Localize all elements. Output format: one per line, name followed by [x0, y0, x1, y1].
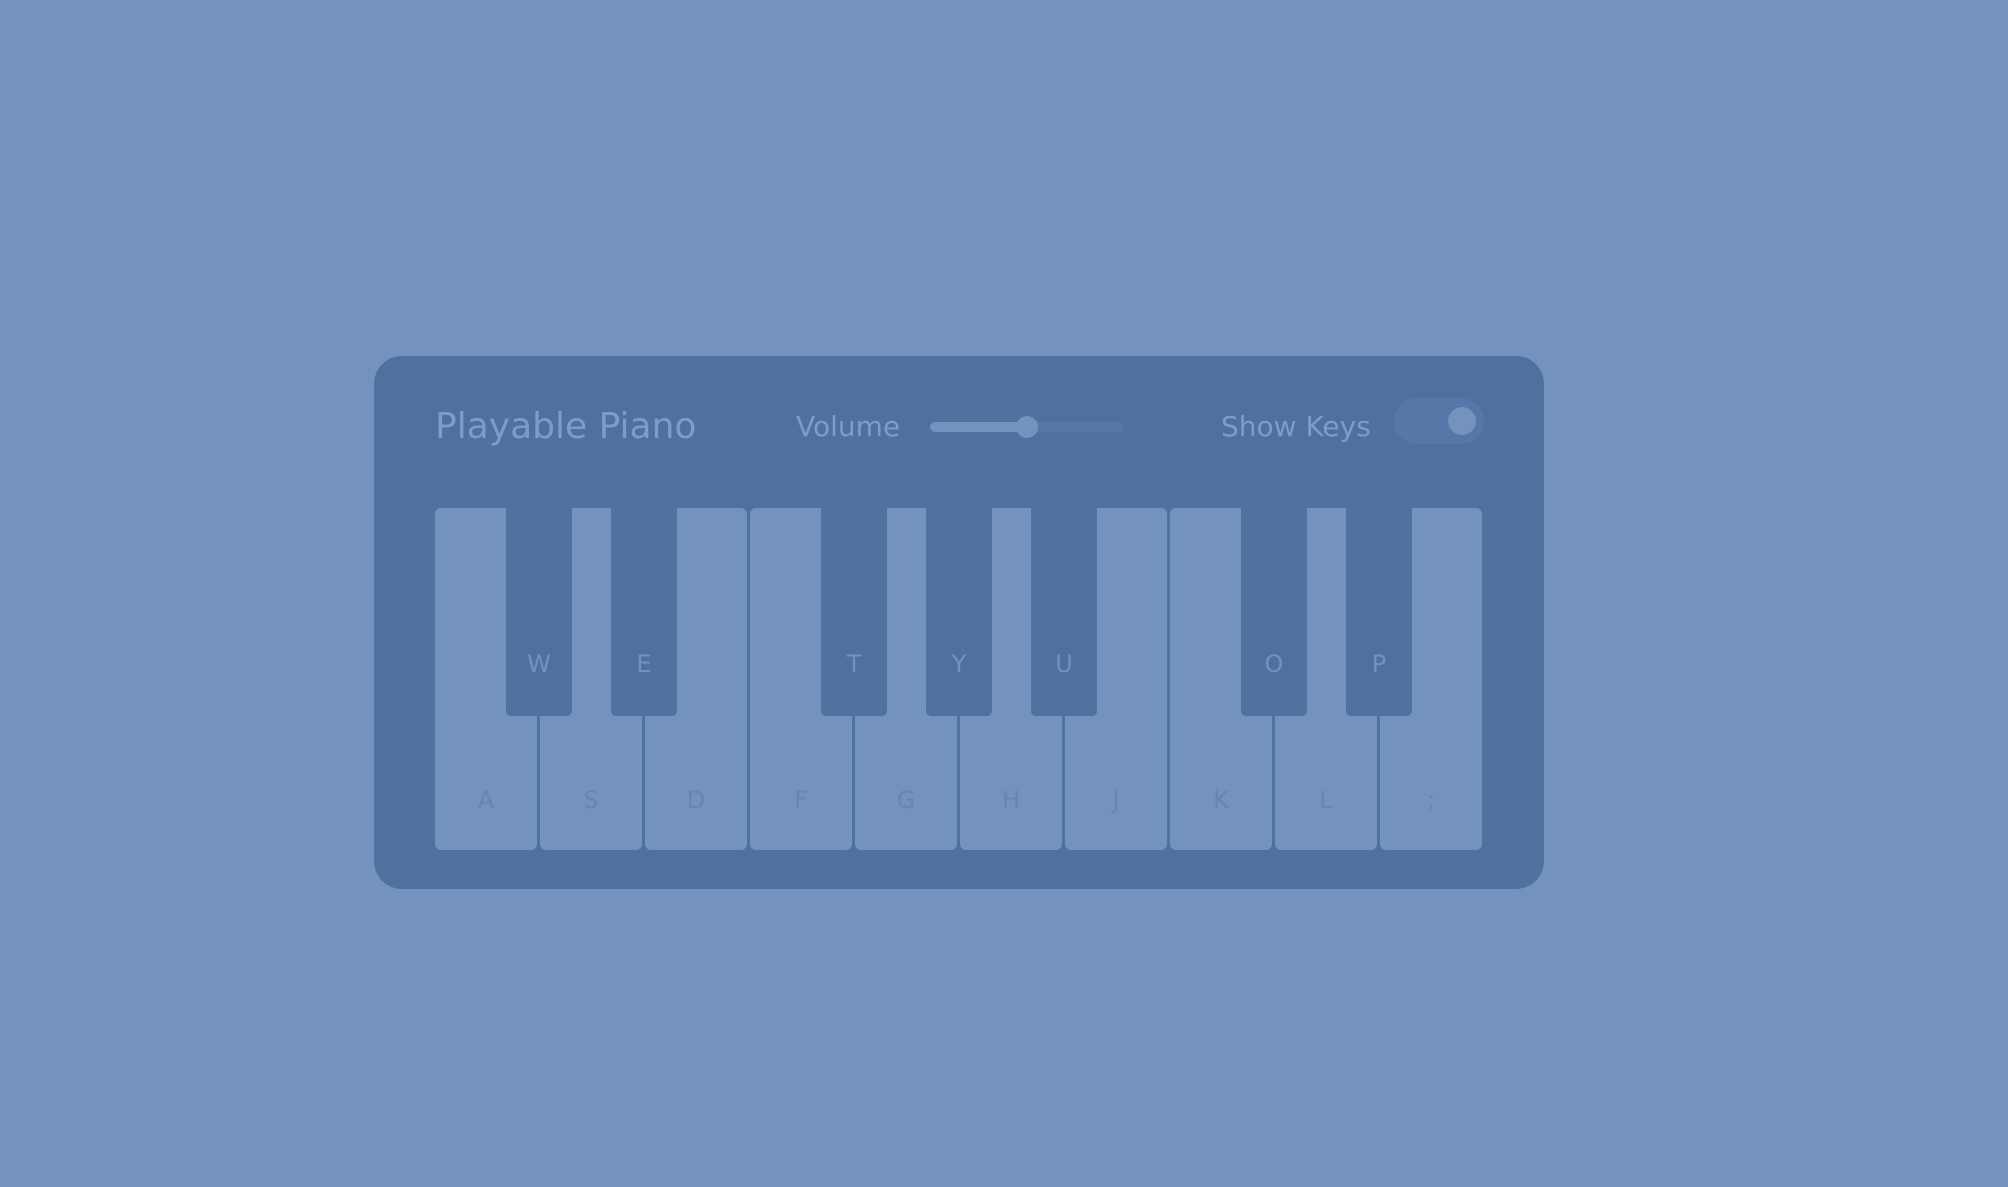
volume-label: Volume	[796, 410, 901, 443]
white-key-label: D	[686, 786, 706, 814]
show-keys-toggle-knob[interactable]	[1448, 407, 1476, 435]
black-key-label: P	[1371, 650, 1387, 678]
white-key-label: F	[794, 786, 808, 814]
app-title: Playable Piano	[435, 406, 697, 447]
piano-panel: Playable Piano Volume Show Keys A S D F G H J K…	[374, 356, 1544, 889]
white-key-label: J	[1112, 786, 1120, 814]
black-key[interactable]: W	[506, 508, 572, 716]
volume-slider-thumb[interactable]	[1016, 416, 1038, 438]
black-key-label: Y	[951, 650, 967, 678]
black-key-label: E	[636, 650, 652, 678]
volume-slider-fill	[930, 422, 1027, 432]
white-key-label: ;	[1426, 786, 1436, 814]
black-key[interactable]: E	[611, 508, 677, 716]
black-key-label: W	[527, 650, 551, 678]
black-key-label: U	[1055, 650, 1073, 678]
black-key-label: O	[1264, 650, 1284, 678]
black-key-label: T	[846, 650, 862, 678]
white-key-label: S	[583, 786, 599, 814]
piano-keyboard: A S D F G H J K L; W E T Y U O P	[435, 508, 1485, 850]
volume-slider[interactable]	[930, 416, 1124, 438]
white-key-label: L	[1319, 786, 1333, 814]
black-key[interactable]: O	[1241, 508, 1307, 716]
black-key[interactable]: Y	[926, 508, 992, 716]
black-key[interactable]: P	[1346, 508, 1412, 716]
show-keys-toggle[interactable]	[1394, 398, 1484, 444]
white-key-label: G	[896, 786, 916, 814]
white-key-label: K	[1213, 786, 1229, 814]
white-key-label: A	[477, 786, 495, 814]
black-key[interactable]: U	[1031, 508, 1097, 716]
show-keys-label: Show Keys	[1221, 410, 1371, 443]
white-key-label: H	[1001, 786, 1021, 814]
black-key[interactable]: T	[821, 508, 887, 716]
